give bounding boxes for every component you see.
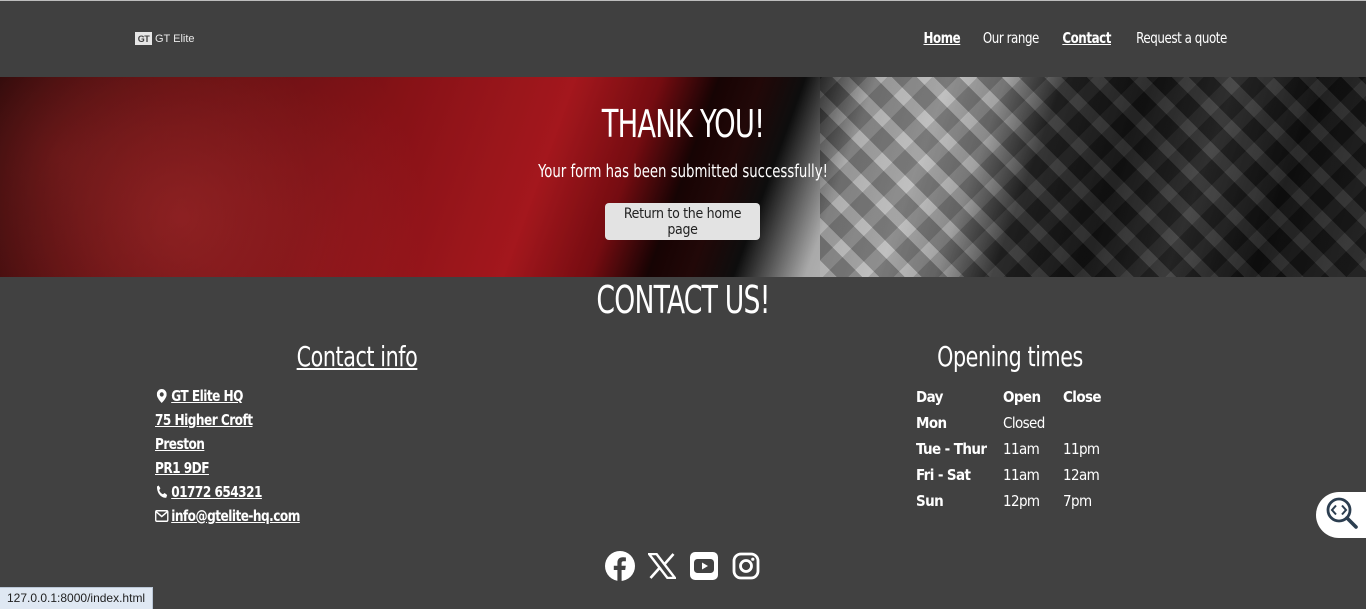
table-row: Tue - Thur 11am 11pm (916, 440, 1100, 458)
nav-our-range[interactable]: Our range (983, 29, 1040, 47)
return-home-button[interactable]: Return to the home page (605, 203, 760, 240)
email-link[interactable]: info@gtelite-hq.com (155, 504, 300, 528)
table-row: Sun 12pm 7pm (916, 492, 1092, 510)
status-bar-url: 127.0.0.1:8000/index.html (0, 587, 154, 609)
hero-banner: THANK YOU! Your form has been submitted … (0, 77, 1366, 277)
logo-text: GT Elite (155, 32, 195, 45)
nav-home[interactable]: Home (924, 29, 961, 47)
main-nav: Home Our range Contact Request a quote (921, 29, 1233, 47)
col-close: Close (1063, 388, 1102, 406)
col-day: Day (916, 388, 943, 406)
address-line-3[interactable]: Preston (155, 432, 300, 456)
magnifier-code-icon (1324, 495, 1360, 535)
facebook-icon[interactable] (605, 550, 635, 582)
address-line-2[interactable]: 75 Higher Croft (155, 408, 300, 432)
phone-link[interactable]: 01772 654321 (155, 480, 300, 504)
col-open: Open (1003, 388, 1041, 406)
instagram-icon[interactable] (731, 550, 761, 582)
x-icon[interactable] (647, 550, 677, 582)
address-line-1[interactable]: GT Elite HQ (155, 384, 300, 408)
nav-request-quote[interactable]: Request a quote (1136, 29, 1227, 47)
contact-info-heading[interactable]: Contact info (245, 340, 470, 373)
table-header-row: Day Open Close (916, 384, 1123, 410)
hero-title: THANK YOU! (601, 102, 765, 146)
address-line-4[interactable]: PR1 9DF (155, 456, 300, 480)
phone-icon (155, 485, 169, 500)
opening-times-table: Day Open Close Mon Closed Tue - Thur 11a… (916, 384, 1123, 514)
contact-info-block: GT Elite HQ 75 Higher Croft Preston PR1 … (155, 384, 316, 528)
logo-mark: GT (135, 32, 152, 45)
map-marker-icon (155, 389, 169, 404)
social-links (605, 550, 761, 582)
hero-subtitle: Your form has been submitted successfull… (538, 161, 828, 182)
site-header: GT GT Elite Home Our range Contact Reque… (0, 1, 1366, 77)
envelope-icon (155, 509, 169, 524)
nav-contact[interactable]: Contact (1062, 29, 1111, 47)
table-row: Fri - Sat 11am 12am (916, 466, 1100, 484)
table-row: Mon Closed (916, 414, 1045, 432)
contact-title: CONTACT US! (596, 278, 770, 322)
youtube-icon[interactable] (689, 550, 719, 582)
inspector-fab[interactable] (1316, 492, 1366, 538)
opening-times-heading: Opening times (937, 340, 1083, 373)
logo[interactable]: GT GT Elite (135, 32, 195, 45)
